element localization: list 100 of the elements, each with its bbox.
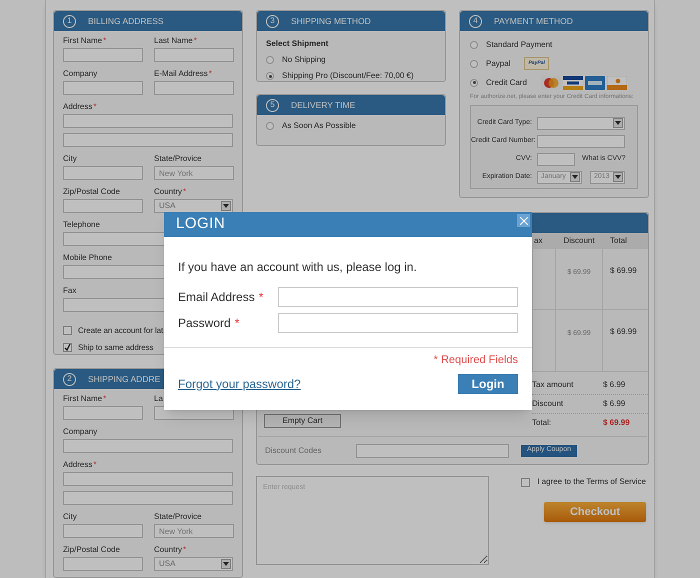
step-number: 5 [266, 98, 279, 112]
section-title: BILLING ADDRESS [88, 14, 164, 28]
close-icon [520, 216, 528, 224]
radio-button[interactable] [470, 40, 478, 48]
field-label: State/Provice [154, 511, 202, 522]
input-field[interactable] [63, 114, 233, 128]
column-header: ax [533, 234, 544, 247]
field-label: Password [178, 315, 231, 332]
check-icon [64, 344, 71, 351]
summary-value: $ 6.99 [603, 378, 626, 391]
step-number: 1 [63, 14, 76, 28]
required-mark: * [183, 544, 186, 555]
input-field[interactable] [356, 444, 509, 458]
field-label: E-Mail Address [154, 68, 208, 79]
input-field[interactable] [537, 152, 575, 166]
column-header: Total [609, 234, 628, 247]
step-number: 3 [266, 14, 279, 28]
radio-button[interactable] [266, 122, 274, 130]
checkbox[interactable] [63, 343, 72, 352]
field-label: Address [63, 459, 92, 470]
radio-label: As Soon As Possible [282, 120, 356, 132]
input-field[interactable]: New York [154, 166, 234, 180]
dialog-title: LOGIN [176, 214, 226, 234]
required-mark: * [208, 68, 212, 79]
required-mark: * [258, 289, 264, 306]
radio-label: Standard Payment [486, 38, 552, 50]
input-field[interactable] [154, 48, 234, 62]
field-label: Country [154, 544, 182, 555]
section-title: SHIPPING ADDRE [88, 372, 160, 386]
input-field[interactable] [278, 287, 518, 307]
input-field[interactable] [63, 133, 233, 147]
login-button[interactable]: Login [458, 374, 518, 394]
input-field[interactable]: New York [154, 524, 234, 538]
step-number: 4 [469, 14, 482, 28]
field-label: First Name [63, 393, 102, 404]
card-icon [606, 76, 627, 90]
select-field[interactable]: USA [154, 199, 233, 213]
input-field[interactable] [537, 134, 625, 148]
radio-button[interactable] [266, 56, 274, 64]
radio-button[interactable] [470, 78, 478, 86]
card-icon [562, 76, 583, 90]
empty-cart-button[interactable]: Empty Cart [264, 414, 341, 428]
input-field[interactable] [63, 166, 143, 180]
input-field[interactable] [278, 313, 518, 333]
caret-icon [223, 562, 229, 566]
required-note: * Required Fields [434, 353, 518, 368]
radio-label: Credit Card [486, 76, 527, 88]
field-label: Address [63, 101, 92, 112]
required-mark: * [93, 459, 96, 470]
input-field[interactable] [63, 491, 233, 505]
field-label: City [63, 153, 77, 164]
field-label: Mobile Phone [63, 252, 112, 263]
field-label: City [63, 511, 77, 522]
checkout-button[interactable]: Checkout [544, 502, 646, 522]
checkbox-label: Ship to same address [78, 342, 154, 354]
step-number: 2 [63, 372, 76, 386]
field-label: Country [154, 186, 182, 197]
checkbox[interactable] [521, 478, 530, 486]
required-mark: * [103, 393, 106, 404]
forgot-password-link[interactable]: Forgot your password? [178, 374, 301, 392]
radio-button[interactable] [470, 60, 478, 68]
input-field[interactable] [63, 439, 233, 453]
input-field[interactable] [63, 472, 233, 486]
field-label: State/Provice [154, 153, 202, 164]
input-field[interactable] [154, 81, 234, 95]
summary-label: Tax amount [532, 378, 574, 391]
radio-label: Paypal [486, 58, 510, 70]
summary-label: Discount [532, 398, 564, 410]
section-title: SHIPPING METHOD [291, 14, 371, 28]
checkbox[interactable] [63, 326, 72, 335]
required-mark: * [194, 35, 197, 46]
card-icon [584, 76, 605, 90]
input-field[interactable] [63, 81, 143, 95]
input-field[interactable] [63, 48, 143, 62]
radio-label: No Shipping [282, 54, 326, 66]
field-label: Fax [63, 285, 76, 296]
input-field[interactable] [63, 524, 143, 538]
select-field[interactable] [537, 116, 625, 130]
caret-icon [223, 204, 229, 208]
input-field[interactable] [63, 199, 143, 213]
input-field[interactable] [63, 406, 143, 420]
section-title: PAYMENT METHOD [494, 14, 573, 28]
table-cell: $ 69.99 [610, 327, 637, 336]
select-field[interactable]: USA [154, 557, 233, 571]
checkbox-label: I agree to the Terms of Service [537, 476, 646, 488]
radio-button[interactable] [266, 72, 274, 80]
caret-icon [615, 175, 621, 179]
column-header: Discount [562, 234, 596, 247]
input-field[interactable] [63, 557, 143, 571]
field-label: Last Name [154, 35, 193, 46]
dialog-intro: If you have an account with us, please log in. [178, 259, 418, 276]
field-label: Company [63, 426, 98, 437]
field-label: Discount Codes [265, 444, 322, 457]
required-mark: * [183, 186, 186, 197]
section-title: DELIVERY TIME [291, 98, 356, 112]
field-label: La [154, 393, 163, 404]
close-button[interactable] [517, 214, 530, 227]
field-label: Zip/Postal Code [63, 186, 120, 197]
summary-value: $ 69.99 [603, 417, 630, 430]
field-label: Telephone [63, 219, 100, 230]
